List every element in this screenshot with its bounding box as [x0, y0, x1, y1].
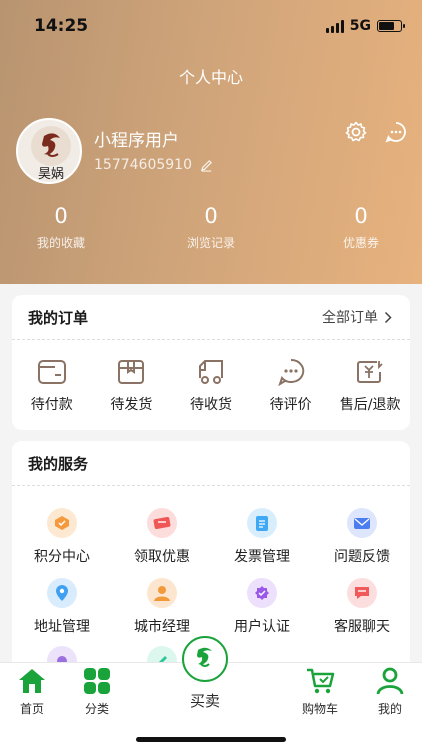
avatar-text: 昊娲: [38, 166, 64, 182]
order-refund[interactable]: 售后/退款: [330, 358, 410, 414]
tab-label: 首页: [19, 702, 44, 716]
home-indicator: [136, 737, 286, 742]
feedback-icon: [347, 508, 377, 538]
category-icon: [84, 668, 110, 694]
tab-label: 我的: [377, 702, 402, 716]
order-label: 待评价: [269, 397, 312, 413]
invoice-icon: [247, 508, 277, 538]
service-points[interactable]: 积分中心: [12, 508, 112, 566]
avatar[interactable]: 昊娲: [16, 118, 82, 184]
trade-logo-icon: [197, 647, 212, 667]
signal-icon: [325, 19, 344, 33]
stat-value: 0: [354, 204, 368, 228]
order-label: 售后/退款: [339, 397, 401, 413]
service-city-manager[interactable]: 城市经理: [112, 578, 212, 636]
order-pending-receipt[interactable]: 待收货: [171, 358, 251, 414]
wallet-icon: [37, 360, 66, 384]
status-bar: 14:25 5G: [0, 0, 422, 52]
stat-history[interactable]: 0 浏览记录: [151, 204, 271, 251]
orders-card: 我的订单 全部订单 待付款 待发货 待收货 待评价 售后/退款: [12, 295, 410, 430]
service-label: 发票管理: [234, 549, 290, 565]
service-chat[interactable]: 客服聊天: [312, 578, 412, 636]
stat-label: 优惠券: [342, 236, 379, 250]
message-icon[interactable]: [384, 120, 408, 144]
stat-value: 0: [204, 204, 218, 228]
truck-icon: [198, 360, 223, 384]
service-label: 领取优惠: [134, 549, 190, 565]
stat-coupons[interactable]: 0 优惠券: [301, 204, 421, 251]
phone-number: 15774605910: [94, 157, 192, 173]
order-pending-review[interactable]: 待评价: [251, 358, 331, 414]
box-icon: [118, 360, 145, 384]
order-label: 待发货: [110, 397, 153, 413]
service-label: 积分中心: [34, 549, 90, 565]
verify-icon: [247, 578, 277, 608]
stat-label: 浏览记录: [186, 236, 235, 250]
cart-icon: [307, 668, 335, 694]
refund-icon: [357, 361, 383, 383]
tab-label: 分类: [84, 702, 109, 716]
service-label: 问题反馈: [334, 549, 390, 565]
order-label: 待收货: [189, 397, 232, 413]
service-verification[interactable]: 用户认证: [212, 578, 312, 636]
service-label: 城市经理: [134, 619, 190, 635]
tab-label-trade[interactable]: 买卖: [182, 690, 228, 711]
page-title: 个人中心: [178, 68, 243, 87]
service-label: 用户认证: [234, 619, 290, 635]
username: 小程序用户: [94, 131, 179, 151]
service-label: 地址管理: [34, 619, 90, 635]
service-feedback[interactable]: 问题反馈: [312, 508, 412, 566]
manager-icon: [147, 578, 177, 608]
all-orders-link[interactable]: 全部订单: [322, 307, 392, 327]
tab-category[interactable]: 分类: [62, 663, 132, 717]
edit-icon[interactable]: [200, 159, 213, 172]
battery-icon: [377, 20, 405, 32]
coupon-icon: [147, 508, 177, 538]
location-icon: [47, 578, 77, 608]
phone-row[interactable]: 15774605910: [94, 157, 213, 173]
service-invoice[interactable]: 发票管理: [212, 508, 312, 566]
stat-favorites[interactable]: 0 我的收藏: [1, 204, 121, 251]
stat-label: 我的收藏: [36, 236, 85, 250]
order-label: 待付款: [30, 397, 73, 413]
profile-icon: [376, 667, 404, 695]
status-time: 14:25: [34, 16, 89, 36]
tab-home[interactable]: 首页: [0, 663, 67, 717]
chat-icon: [347, 578, 377, 608]
chevron-right-icon: [384, 311, 392, 323]
services-title: 我的服务: [28, 454, 89, 473]
home-icon: [19, 669, 45, 693]
tab-label: 购物车: [301, 702, 338, 716]
order-pending-shipment[interactable]: 待发货: [92, 358, 172, 414]
all-orders-label: 全部订单: [322, 310, 378, 326]
stat-value: 0: [54, 204, 68, 228]
service-address[interactable]: 地址管理: [12, 578, 112, 636]
tab-profile[interactable]: 我的: [355, 663, 422, 717]
network-type: 5G: [349, 18, 371, 34]
tab-cart[interactable]: 购物车: [285, 663, 355, 717]
service-label: 客服聊天: [334, 619, 390, 635]
settings-icon[interactable]: [344, 120, 368, 144]
points-icon: [47, 508, 77, 538]
comment-icon: [277, 358, 304, 386]
orders-title: 我的订单: [28, 308, 89, 327]
tab-trade-button[interactable]: [182, 636, 228, 682]
order-pending-payment[interactable]: 待付款: [12, 358, 92, 414]
service-coupon[interactable]: 领取优惠: [112, 508, 212, 566]
